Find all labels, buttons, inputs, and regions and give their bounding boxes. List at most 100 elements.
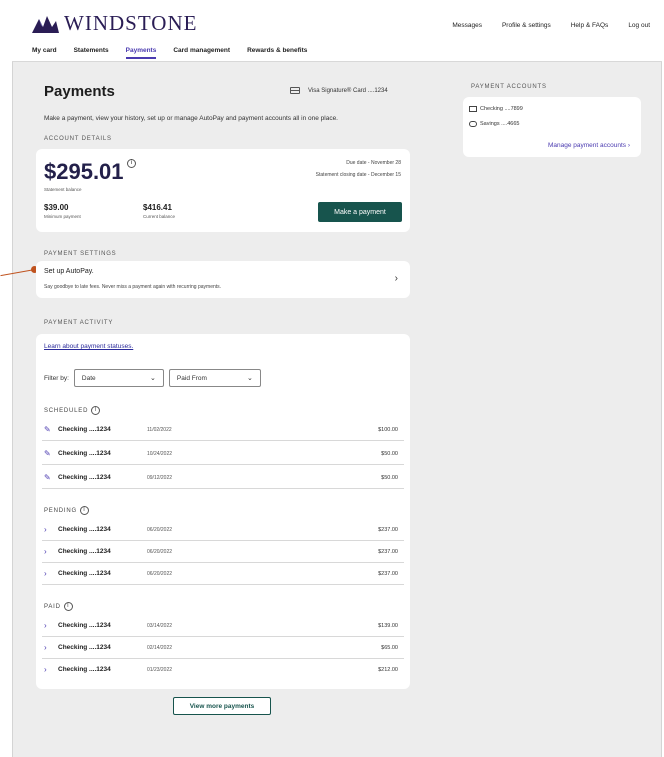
payment-date: 10/24/2022 [147, 451, 173, 457]
payment-accounts-heading: PAYMENT ACCOUNTS [471, 84, 547, 90]
payment-account: Checking ....1234 [58, 474, 111, 481]
payment-account: Checking ....1234 [58, 450, 111, 457]
view-more-payments-button[interactable]: View more payments [173, 697, 271, 715]
payment-date: 02/14/2022 [147, 645, 173, 651]
main-nav: My card Statements Payments Card managem… [32, 47, 307, 59]
payment-account: Checking ....1234 [58, 426, 111, 433]
payment-account: Checking ....1234 [58, 570, 111, 577]
table-row[interactable]: ✎ Checking ....1234 09/12/2022 $50.00 [42, 467, 404, 489]
table-row[interactable]: › Checking ....1234 06/20/2022 $237.00 [42, 519, 404, 541]
checking-account: Checking ....7899 [480, 106, 523, 112]
card-reference: Visa Signature® Card ....1234 [308, 87, 388, 94]
date-filter-select[interactable]: Date ⌄ [73, 369, 164, 387]
due-date: Due date - November 28 [346, 160, 401, 166]
current-balance-amount: $416.41 [143, 203, 172, 212]
autopay-setup-row[interactable]: Set up AutoPay. Say goodbye to late fees… [36, 261, 410, 298]
bank-icon [469, 106, 477, 112]
help-faqs-link[interactable]: Help & FAQs [571, 22, 609, 29]
table-row[interactable]: ✎ Checking ....1234 11/02/2022 $100.00 [42, 419, 404, 441]
date-filter-value: Date [81, 374, 96, 382]
account-details-card: $295.01 i Statement balance Due date - N… [36, 149, 410, 232]
table-row[interactable]: › Checking ....1234 03/14/2022 $139.00 [42, 615, 404, 637]
chevron-right-icon[interactable]: › [44, 525, 47, 534]
checking-account-item: Checking ....7899 [469, 106, 523, 112]
windstone-logo-icon [32, 15, 59, 33]
payment-activity-card: Learn about payment statuses. Filter by:… [36, 334, 410, 689]
logo[interactable]: WINDSTONE [30, 11, 197, 36]
paid-label: PAID [44, 603, 61, 610]
nav-my-card[interactable]: My card [32, 47, 57, 59]
payment-amount: $212.00 [378, 667, 398, 673]
paid-from-filter-select[interactable]: Paid From ⌄ [168, 369, 261, 387]
info-icon[interactable]: i [127, 159, 136, 168]
filter-label: Filter by: [44, 374, 69, 382]
payment-accounts-card: Checking ....7899 Savings ....4665 Manag… [463, 97, 641, 157]
filter-bar: Filter by: Date ⌄ Paid From ⌄ [44, 369, 261, 387]
payment-account: Checking ....1234 [58, 644, 111, 651]
profile-settings-link[interactable]: Profile & settings [502, 22, 551, 29]
chevron-down-icon: ⌄ [247, 375, 253, 382]
edit-pencil-icon[interactable]: ✎ [44, 449, 51, 458]
log-out-link[interactable]: Log out [628, 22, 650, 29]
nav-card-management[interactable]: Card management [173, 47, 230, 59]
card-selector[interactable]: Visa Signature® Card ....1234 [290, 87, 388, 94]
edit-pencil-icon[interactable]: ✎ [44, 473, 51, 482]
paid-from-filter-value: Paid From [176, 374, 207, 382]
pending-heading: PENDING i [44, 506, 89, 515]
payment-settings-heading: PAYMENT SETTINGS [44, 251, 117, 257]
due-dates: Due date - November 28 Statement closing… [316, 157, 401, 181]
payment-account: Checking ....1234 [58, 526, 111, 533]
chevron-right-icon[interactable]: › [44, 569, 47, 578]
nav-payments[interactable]: Payments [125, 47, 157, 59]
messages-link[interactable]: Messages [452, 22, 482, 29]
make-payment-button[interactable]: Make a payment [318, 202, 402, 222]
payment-date: 11/02/2022 [147, 427, 172, 433]
account-details-heading: ACCOUNT DETAILS [44, 136, 112, 142]
info-icon[interactable]: i [91, 406, 101, 415]
nav-rewards-benefits[interactable]: Rewards & benefits [247, 47, 307, 59]
info-icon[interactable]: i [79, 506, 89, 515]
chevron-right-icon[interactable]: › [44, 621, 47, 630]
page-title: Payments [44, 83, 115, 100]
piggy-bank-icon [469, 121, 477, 127]
savings-account: Savings ....4665 [480, 121, 520, 127]
statement-balance-label: Statement balance [44, 187, 82, 192]
chevron-right-icon: › [394, 273, 398, 284]
chevron-right-icon[interactable]: › [44, 665, 47, 674]
table-row[interactable]: › Checking ....1234 06/20/2022 $237.00 [42, 541, 404, 563]
payment-date: 09/12/2022 [147, 475, 173, 481]
nav-statements[interactable]: Statements [74, 47, 109, 59]
payment-statuses-link[interactable]: Learn about payment statuses. [44, 343, 133, 350]
payment-date: 03/14/2022 [147, 623, 173, 629]
autopay-title: Set up AutoPay. [44, 268, 94, 275]
table-row[interactable]: › Checking ....1234 06/20/2022 $237.00 [42, 563, 404, 585]
closing-date: Statement closing date - December 15 [315, 172, 401, 178]
payment-amount: $237.00 [378, 527, 398, 533]
payment-amount: $237.00 [378, 549, 398, 555]
payment-amount: $100.00 [378, 427, 398, 433]
table-row[interactable]: › Checking ....1234 02/14/2022 $65.00 [42, 637, 404, 659]
payment-date: 06/20/2022 [147, 527, 173, 533]
info-icon[interactable]: i [63, 602, 73, 611]
scheduled-label: SCHEDULED [44, 407, 89, 414]
payment-amount: $50.00 [381, 475, 398, 481]
payment-date: 06/20/2022 [147, 571, 173, 577]
manage-payment-accounts-link[interactable]: Manage payment accounts › [548, 142, 630, 149]
top-links: Messages Profile & settings Help & FAQs … [452, 22, 650, 29]
autopay-subtitle: Say goodbye to late fees. Never miss a p… [44, 284, 222, 290]
chevron-right-icon[interactable]: › [44, 643, 47, 652]
payment-account: Checking ....1234 [58, 666, 111, 673]
payment-amount: $237.00 [378, 571, 398, 577]
statement-balance-amount: $295.01 [44, 159, 124, 184]
minimum-payment-label: Minimum payment [44, 214, 81, 219]
table-row[interactable]: ✎ Checking ....1234 10/24/2022 $50.00 [42, 443, 404, 465]
payment-amount: $65.00 [381, 645, 398, 651]
brand-name: WINDSTONE [64, 11, 198, 35]
chevron-right-icon: › [627, 142, 630, 149]
scheduled-heading: SCHEDULED i [44, 406, 101, 415]
payment-date: 01/23/2022 [147, 667, 173, 673]
edit-pencil-icon[interactable]: ✎ [44, 425, 51, 434]
chevron-right-icon[interactable]: › [44, 547, 47, 556]
table-row[interactable]: › Checking ....1234 01/23/2022 $212.00 [42, 659, 404, 681]
payment-date: 06/20/2022 [147, 549, 173, 555]
